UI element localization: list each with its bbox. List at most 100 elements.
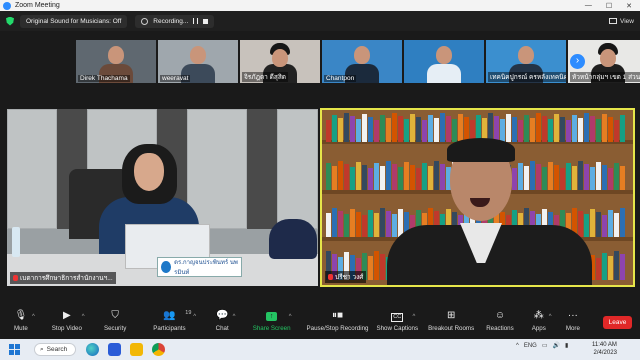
edge-icon[interactable] bbox=[86, 343, 99, 356]
book bbox=[572, 115, 577, 142]
book bbox=[554, 114, 559, 142]
chat-button[interactable]: 💬 Chat ^ bbox=[215, 310, 236, 332]
share-screen-icon: ↑ bbox=[266, 310, 278, 323]
participant-thumb[interactable]: Chantpon bbox=[322, 40, 402, 83]
video-tile-left[interactable]: ดร.กาญจนประพินทร์ นพรมินท์ เบตาการศึกษาธ… bbox=[7, 109, 318, 286]
book bbox=[548, 119, 553, 142]
show-captions-label: Show Captions bbox=[376, 325, 419, 332]
windows-start-icon[interactable] bbox=[9, 344, 20, 355]
maximize-icon[interactable]: ☐ bbox=[606, 2, 612, 10]
chevron-up-icon[interactable]: ^ bbox=[516, 343, 519, 349]
book bbox=[602, 215, 607, 237]
book bbox=[530, 161, 535, 190]
clock-time: 11:40 AM bbox=[592, 342, 617, 348]
book bbox=[548, 162, 553, 190]
system-tray: ^ ENG ▭ 🔊 ▮ bbox=[516, 342, 568, 350]
desk-nameplate: ดร.กาญจนประพินทร์ นพรมินท์ bbox=[157, 257, 242, 277]
pause-recording-icon[interactable] bbox=[193, 18, 199, 24]
book bbox=[512, 117, 517, 142]
participant-thumb[interactable] bbox=[404, 40, 484, 83]
chevron-up-icon[interactable]: ^ bbox=[233, 314, 236, 320]
book bbox=[350, 167, 355, 190]
apps-button[interactable]: ⁂ Apps ^ bbox=[532, 310, 552, 332]
book bbox=[530, 118, 535, 142]
book bbox=[326, 163, 331, 190]
more-button[interactable]: ··· More bbox=[566, 310, 580, 332]
stop-recording-icon[interactable] bbox=[203, 18, 209, 24]
minimize-icon[interactable]: — bbox=[585, 2, 592, 10]
book bbox=[380, 166, 385, 190]
security-label: Security bbox=[103, 325, 127, 332]
participant-thumb[interactable]: Direk Thachama bbox=[76, 40, 156, 83]
meeting-topbar: Original Sound for Musicians: Off Record… bbox=[0, 11, 640, 31]
battery-icon[interactable]: ▮ bbox=[565, 342, 568, 349]
close-icon[interactable]: ✕ bbox=[626, 2, 632, 10]
book bbox=[332, 166, 337, 190]
wall-panel bbox=[187, 109, 247, 229]
taskbar-clock[interactable]: 11:40 AM 2/4/2023 bbox=[592, 341, 617, 357]
book bbox=[596, 119, 601, 142]
taskbar-search[interactable]: ⌕ Search bbox=[34, 343, 76, 356]
leave-button[interactable]: Leave bbox=[603, 316, 632, 329]
security-button[interactable]: ⛉ Security bbox=[104, 310, 126, 332]
chevron-up-icon[interactable]: ^ bbox=[193, 314, 196, 320]
chevron-up-icon[interactable]: ^ bbox=[549, 314, 552, 320]
book bbox=[380, 254, 385, 280]
participant-thumb[interactable]: เทคนิคปูกรณ์ ครหลังเทคนิค bbox=[486, 40, 566, 83]
book bbox=[368, 168, 373, 190]
book bbox=[440, 113, 445, 142]
meeting-toolbar: 🎙 Mute ^ ▶ Stop Video ^ ⛉ Security 👥 19 … bbox=[0, 307, 640, 339]
participant-thumb[interactable]: weeravat bbox=[158, 40, 238, 83]
book bbox=[338, 161, 343, 190]
share-screen-button[interactable]: ↑ Share Screen ^ bbox=[253, 310, 292, 332]
view-button[interactable]: View bbox=[609, 18, 634, 25]
participant-name: ปรีชา วงศ์ bbox=[335, 274, 364, 281]
book bbox=[578, 211, 583, 237]
clock-date: 2/4/2023 bbox=[593, 350, 617, 356]
book bbox=[392, 164, 397, 190]
original-sound-button[interactable]: Original Sound for Musicians: Off bbox=[20, 14, 128, 28]
more-icon: ··· bbox=[567, 310, 578, 321]
wall-panel bbox=[7, 109, 57, 229]
participants-button[interactable]: 👥 19 Participants ^ bbox=[153, 310, 196, 332]
book bbox=[614, 251, 619, 280]
book bbox=[380, 208, 385, 237]
participant-thumb[interactable]: จิรภัฎดา ดีสุสิด bbox=[240, 40, 320, 83]
chevron-up-icon[interactable]: ^ bbox=[82, 314, 85, 320]
book bbox=[356, 119, 361, 142]
book bbox=[620, 166, 625, 190]
gallery-next-icon[interactable]: › bbox=[570, 54, 585, 69]
recording-label: Pause/Stop Recording bbox=[306, 325, 369, 332]
display-icon[interactable]: ▭ bbox=[542, 342, 548, 349]
participant-name: เทคนิคปูกรณ์ ครหลังเทคนิค bbox=[488, 72, 566, 82]
reactions-button[interactable]: ☺ Reactions bbox=[486, 310, 514, 332]
book bbox=[374, 251, 379, 280]
show-captions-button[interactable]: CC Show Captions ^ bbox=[376, 310, 418, 332]
language-indicator[interactable]: ENG bbox=[524, 343, 537, 349]
video-icon: ▶ bbox=[63, 310, 71, 321]
book bbox=[332, 115, 337, 142]
book bbox=[578, 118, 583, 142]
encryption-shield-icon[interactable] bbox=[6, 16, 14, 26]
chevron-up-icon[interactable]: ^ bbox=[412, 314, 415, 320]
book bbox=[404, 119, 409, 142]
book bbox=[596, 212, 601, 237]
book bbox=[374, 120, 379, 142]
file-explorer-icon[interactable] bbox=[108, 343, 121, 356]
stop-video-button[interactable]: ▶ Stop Video ^ bbox=[52, 310, 85, 332]
zoom-app-icon[interactable] bbox=[130, 343, 143, 356]
speaker-icon[interactable]: 🔊 bbox=[553, 342, 560, 349]
chrome-icon[interactable] bbox=[152, 343, 165, 356]
bag bbox=[269, 219, 317, 259]
mute-button[interactable]: 🎙 Mute ^ bbox=[14, 310, 35, 332]
speaker-face bbox=[134, 153, 164, 191]
pause-stop-recording-button[interactable]: ⏸■ Pause/Stop Recording bbox=[307, 310, 369, 332]
book bbox=[362, 215, 367, 237]
more-label: More bbox=[565, 325, 580, 332]
chat-icon: 💬 bbox=[215, 310, 229, 321]
book bbox=[590, 209, 595, 237]
chevron-up-icon[interactable]: ^ bbox=[32, 314, 35, 320]
chevron-up-icon[interactable]: ^ bbox=[289, 314, 292, 320]
video-tile-right-active[interactable]: ปรีชา วงศ์ bbox=[320, 108, 635, 287]
breakout-rooms-button[interactable]: ⊞ Breakout Rooms bbox=[428, 310, 474, 332]
